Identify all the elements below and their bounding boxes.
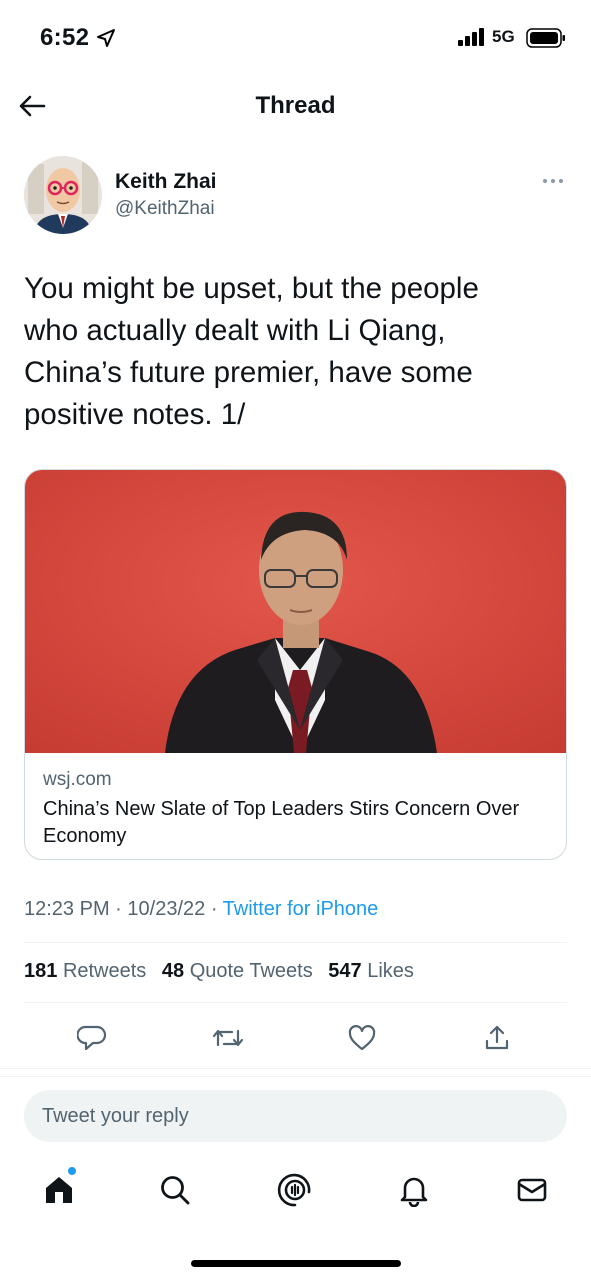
tweet-actions (0, 1018, 591, 1058)
tweet-meta: 12:23 PM · 10/23/22 · Twitter for iPhone (24, 898, 378, 921)
status-time: 6:52 (40, 24, 90, 51)
author-handle[interactable]: @KeithZhai (115, 198, 215, 220)
avatar-illustration (24, 156, 102, 234)
battery-icon (526, 28, 565, 48)
reply-placeholder: Tweet your reply (42, 1105, 189, 1127)
notifications-icon (400, 1177, 428, 1207)
divider (0, 1068, 591, 1069)
retweets-stat[interactable]: 181 Retweets (24, 960, 146, 982)
tab-spaces[interactable] (275, 1170, 315, 1210)
share-button[interactable] (477, 1018, 517, 1058)
retweet-icon (212, 1029, 244, 1047)
home-icon (46, 1177, 72, 1203)
divider (24, 1002, 567, 1003)
quotes-label: Quote Tweets (189, 960, 313, 982)
meta-separator: · (115, 898, 128, 920)
meta-separator: · (210, 898, 223, 920)
likes-count: 547 (328, 960, 362, 982)
location-arrow-icon (97, 29, 115, 47)
share-icon (485, 1025, 509, 1050)
likes-label: Likes (367, 960, 414, 982)
tab-messages[interactable] (512, 1170, 552, 1210)
messages-icon (517, 1178, 547, 1202)
retweets-label: Retweets (62, 960, 147, 982)
reply-icon (77, 1025, 107, 1051)
reply-button[interactable] (72, 1018, 112, 1058)
link-card[interactable]: wsj.com China’s New Slate of Top Leaders… (24, 469, 567, 860)
tweet-text: You might be upset, but the people who a… (24, 272, 479, 431)
reply-input[interactable]: Tweet your reply (24, 1090, 567, 1142)
quotes-stat[interactable]: 48 Quote Tweets (162, 960, 313, 982)
home-indicator (191, 1260, 401, 1267)
more-options-icon[interactable] (538, 170, 568, 192)
card-image (25, 470, 566, 753)
status-bar: 6:52 5G (0, 0, 591, 76)
tab-search[interactable] (155, 1170, 195, 1210)
like-button[interactable] (342, 1018, 382, 1058)
thread-header: Thread (0, 76, 591, 136)
card-title: China’s New Slate of Top Leaders Stirs C… (43, 798, 520, 847)
card-domain: wsj.com (43, 769, 112, 790)
divider (24, 942, 567, 943)
network-type: 5G (492, 27, 515, 46)
divider (0, 1076, 591, 1077)
tab-notifications[interactable] (394, 1170, 434, 1210)
tweet-date: 10/23/22 (127, 898, 206, 920)
tweet-stats: 181 Retweets 48 Quote Tweets 547 Likes (24, 960, 424, 983)
home-notification-dot (67, 1166, 77, 1176)
signal-icon (458, 28, 484, 46)
tweet-time: 12:23 PM (24, 898, 110, 920)
page-title: Thread (255, 92, 336, 119)
avatar[interactable] (24, 156, 102, 234)
search-icon (161, 1176, 190, 1205)
tweet-source[interactable]: Twitter for iPhone (223, 898, 379, 920)
spaces-icon (277, 1173, 311, 1207)
quotes-count: 48 (161, 960, 185, 982)
author-name[interactable]: Keith Zhai (115, 170, 217, 194)
likes-stat[interactable]: 547 Likes (328, 960, 414, 982)
tab-home[interactable] (39, 1170, 79, 1210)
retweets-count: 181 (24, 960, 58, 982)
retweet-button[interactable] (208, 1018, 248, 1058)
like-icon (348, 1025, 376, 1051)
